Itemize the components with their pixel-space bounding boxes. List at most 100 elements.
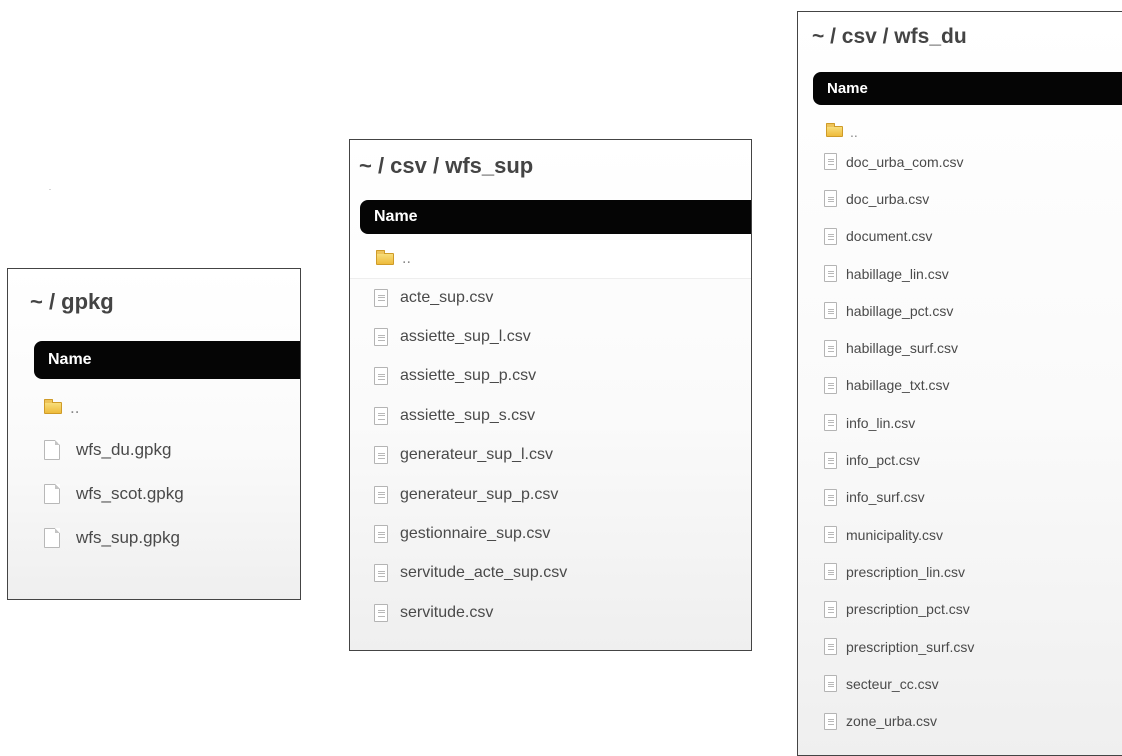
file-row[interactable]: assiette_sup_l.csv [374,317,567,356]
file-name: habillage_txt.csv [846,377,950,394]
text-file-icon [824,600,837,618]
file-name: info_pct.csv [846,452,920,469]
file-row[interactable]: gestionnaire_sup.csv [374,514,567,553]
file-row[interactable]: secteur_cc.csv [824,665,974,702]
text-file-icon [824,376,837,394]
panel-title: ~ / gpkg [30,289,114,314]
file-row[interactable]: servitude.csv [374,593,567,632]
file-row[interactable]: document.csv [824,218,974,255]
text-file-icon [824,675,837,693]
file-row[interactable]: prescription_surf.csv [824,628,974,665]
file-row[interactable]: info_lin.csv [824,404,974,441]
name-column-header[interactable]: Name [34,341,300,379]
text-file-icon [824,526,837,544]
text-file-icon [374,603,388,622]
text-file-icon [824,451,837,469]
file-row[interactable]: assiette_sup_s.csv [374,396,567,435]
file-row[interactable]: wfs_sup.gpkg [44,516,184,560]
parent-directory-label: .. [70,398,80,417]
parent-directory-label: .. [402,250,411,268]
file-name: doc_urba.csv [846,190,930,207]
file-name: prescription_surf.csv [846,638,975,655]
file-name: servitude_acte_sup.csv [400,564,568,582]
file-name: generateur_sup_l.csv [400,446,553,464]
file-name: wfs_sup.gpkg [76,528,180,547]
file-row[interactable]: doc_urba_com.csv [824,143,974,180]
file-list: acte_sup.csv assiette_sup_l.csv assiette… [374,278,567,633]
text-file-icon [824,712,837,730]
file-row[interactable]: servitude_acte_sup.csv [374,554,567,593]
file-name: gestionnaire_sup.csv [400,525,551,543]
file-row[interactable]: wfs_scot.gpkg [44,472,184,516]
text-file-icon [374,406,388,425]
file-name: assiette_sup_s.csv [400,406,536,424]
file-name: habillage_surf.csv [846,340,959,357]
file-row[interactable]: assiette_sup_p.csv [374,357,567,396]
file-row[interactable]: generateur_sup_p.csv [374,475,567,514]
file-row[interactable]: habillage_pct.csv [824,292,974,329]
text-file-icon [824,265,837,283]
file-row[interactable]: info_pct.csv [824,441,974,478]
file-name: servitude.csv [400,603,494,621]
file-name: prescription_pct.csv [846,601,970,618]
file-list: doc_urba_com.csv doc_urba.csv document.c… [824,143,974,740]
text-file-icon [374,288,388,307]
file-name: assiette_sup_l.csv [400,328,531,346]
file-row[interactable]: doc_urba.csv [824,180,974,217]
text-file-icon [824,302,837,320]
name-column-header[interactable]: Name [360,200,751,234]
file-name: acte_sup.csv [400,288,494,306]
file-name: prescription_lin.csv [846,563,966,580]
file-name: habillage_lin.csv [846,265,949,282]
blank-file-icon [44,440,60,460]
file-row[interactable]: info_surf.csv [824,479,974,516]
file-name: habillage_pct.csv [846,302,954,319]
directory-panel-gpkg: ~ / gpkg Name .. wfs_du.gpkg wfs_scot.gp… [7,268,301,600]
text-file-icon [824,563,837,581]
file-row[interactable]: generateur_sup_l.csv [374,436,567,475]
file-row[interactable]: habillage_surf.csv [824,329,974,366]
background-speck [49,189,51,190]
text-file-icon [824,488,837,506]
blank-file-icon [44,484,60,504]
file-row[interactable]: habillage_lin.csv [824,255,974,292]
text-file-icon [824,414,837,432]
file-row[interactable]: municipality.csv [824,516,974,553]
file-row[interactable]: habillage_txt.csv [824,367,974,404]
text-file-icon [374,525,388,544]
blank-file-icon [44,528,60,548]
directory-panel-wfs-sup: ~ / csv / wfs_sup Name .. acte_sup.csv a… [349,139,752,651]
file-name: assiette_sup_p.csv [400,367,537,385]
folder-icon [826,123,843,138]
parent-directory-label: .. [850,123,858,140]
file-row[interactable]: prescription_lin.csv [824,553,974,590]
file-name: municipality.csv [846,526,943,543]
file-name: info_lin.csv [846,414,916,431]
folder-icon [44,399,62,414]
text-file-icon [824,339,837,357]
text-file-icon [374,367,388,386]
parent-directory-row[interactable]: .. [44,390,184,426]
text-file-icon [824,227,837,245]
file-name: wfs_du.gpkg [76,440,172,459]
file-name: secteur_cc.csv [846,675,939,692]
file-row[interactable]: acte_sup.csv [374,278,567,317]
file-row[interactable]: zone_urba.csv [824,702,974,739]
text-file-icon [824,638,837,655]
file-row[interactable]: wfs_du.gpkg [44,428,184,472]
file-row[interactable]: prescription_pct.csv [824,591,974,628]
file-name: zone_urba.csv [846,713,938,730]
file-name: document.csv [846,228,933,245]
file-name: wfs_scot.gpkg [76,484,184,503]
file-name: info_surf.csv [846,489,925,506]
text-file-icon [374,485,388,504]
panel-title: ~ / csv / wfs_du [812,25,967,48]
parent-directory-row[interactable]: .. [350,240,751,280]
file-name: doc_urba_com.csv [846,153,964,170]
text-file-icon [374,564,388,583]
directory-panel-wfs-du: ~ / csv / wfs_du Name .. doc_urba_com.cs… [797,11,1122,756]
file-name: generateur_sup_p.csv [400,485,559,503]
name-column-header[interactable]: Name [813,72,1122,105]
text-file-icon [374,328,388,347]
panel-title: ~ / csv / wfs_sup [359,153,534,178]
